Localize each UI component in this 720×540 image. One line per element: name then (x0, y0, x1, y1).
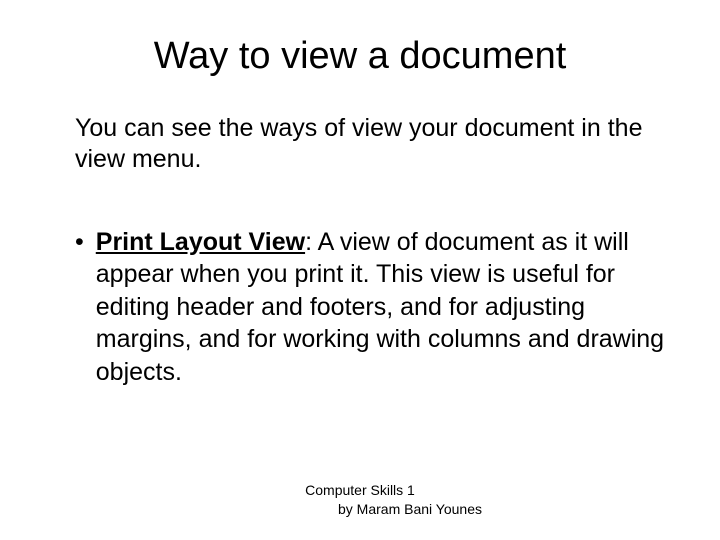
bullet-content: Print Layout View: A view of document as… (96, 226, 670, 389)
bullet-separator: : (305, 228, 318, 256)
slide-title: Way to view a document (50, 35, 670, 78)
bullet-marker: • (75, 226, 84, 389)
footer-line-1: Computer Skills 1 (0, 481, 720, 501)
bullet-item: • Print Layout View: A view of document … (50, 226, 670, 389)
footer-line-2: by Maram Bani Younes (0, 500, 720, 520)
slide-footer: Computer Skills 1 by Maram Bani Younes (0, 481, 720, 520)
intro-text: You can see the ways of view your docume… (50, 113, 670, 176)
bullet-term: Print Layout View (96, 228, 305, 256)
